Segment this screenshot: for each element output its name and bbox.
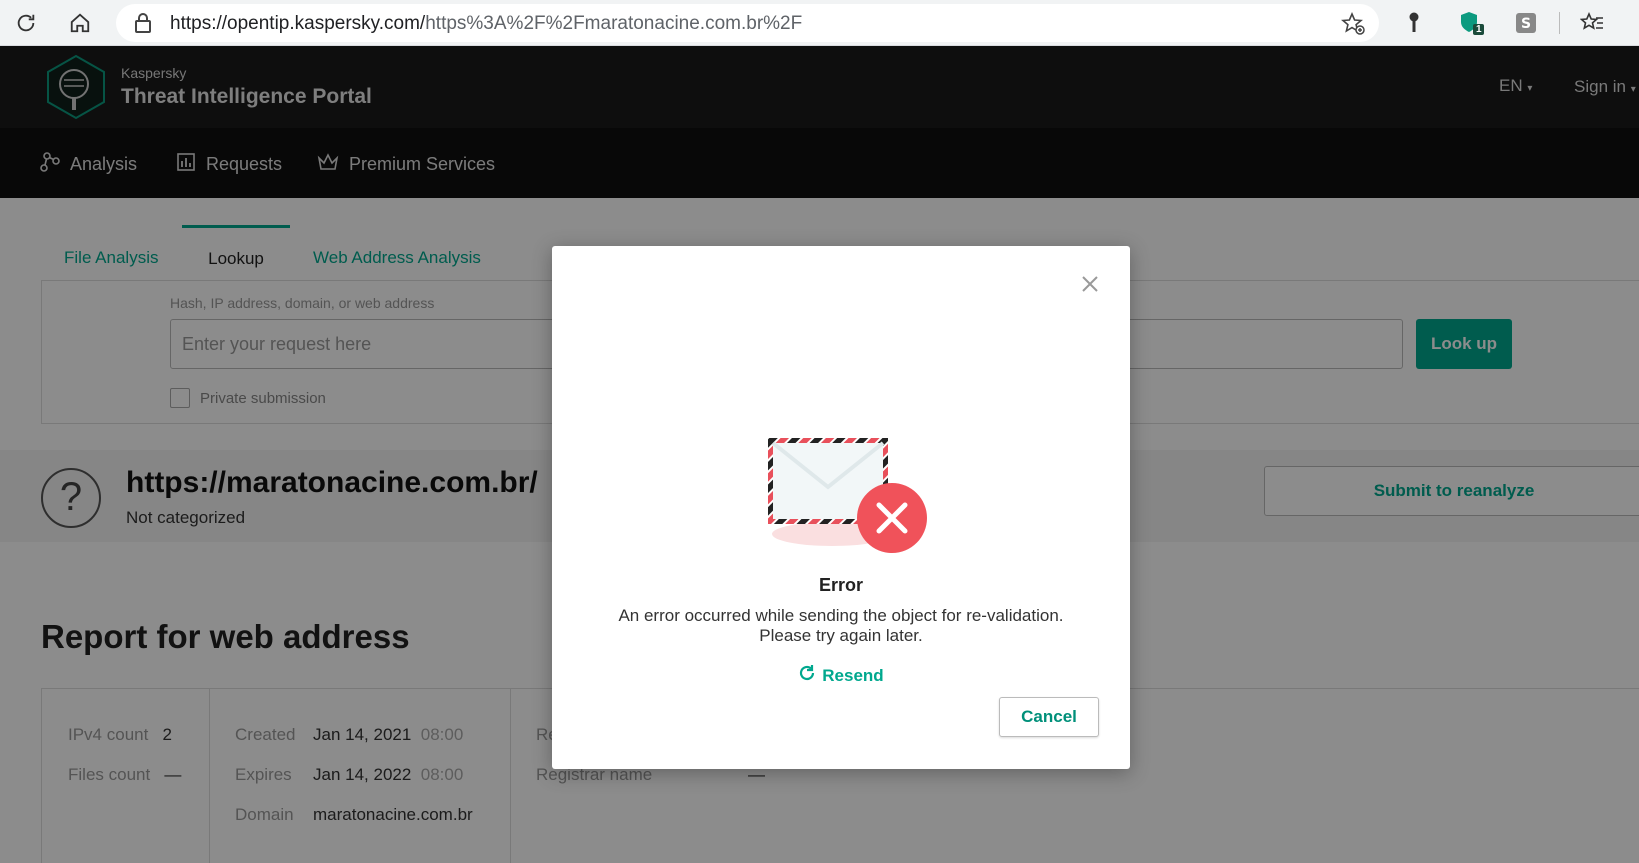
- error-message: An error occurred while sending the obje…: [618, 606, 1064, 645]
- home-icon[interactable]: [66, 9, 94, 37]
- toolbar-divider: [1559, 12, 1560, 34]
- extension-badge: 1: [1476, 24, 1482, 35]
- resend-link[interactable]: Resend: [552, 664, 1130, 687]
- kaspersky-extension-icon[interactable]: 1: [1458, 9, 1486, 37]
- refresh-icon: [798, 664, 816, 687]
- reload-icon[interactable]: [12, 9, 40, 37]
- key-icon[interactable]: [1400, 9, 1428, 37]
- close-icon[interactable]: [1077, 271, 1103, 297]
- svg-text:S: S: [1521, 16, 1531, 32]
- add-favorite-icon[interactable]: [1341, 11, 1365, 41]
- s-extension-icon[interactable]: S: [1512, 9, 1540, 37]
- address-bar[interactable]: https://opentip.kaspersky.com/https%3A%2…: [116, 4, 1379, 42]
- url-text[interactable]: https://opentip.kaspersky.com/https%3A%2…: [170, 13, 802, 35]
- favorites-icon[interactable]: [1578, 9, 1606, 37]
- lock-icon[interactable]: [134, 13, 152, 38]
- error-dialog: Error An error occurred while sending th…: [552, 246, 1130, 769]
- error-title: Error: [818, 575, 863, 595]
- envelope-error-icon: [762, 434, 932, 569]
- browser-toolbar: https://opentip.kaspersky.com/https%3A%2…: [0, 0, 1639, 46]
- cancel-button[interactable]: Cancel: [999, 697, 1099, 737]
